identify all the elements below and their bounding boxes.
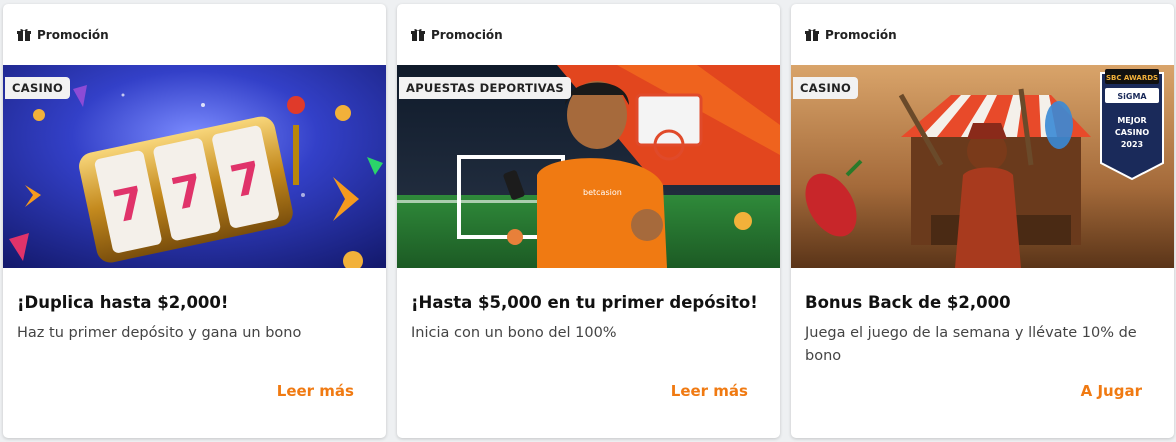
jersey-text: betcasion [583, 188, 622, 197]
promo-card-casino-duplica[interactable]: Promoción 7 7 7 CASINO ¡Duplica hasta $2… [3, 4, 386, 438]
promo-title: Bonus Back de $2,000 [805, 293, 1011, 312]
play-link[interactable]: A Jugar [1081, 382, 1142, 400]
award-line-1: SBC AWARDS [1106, 74, 1158, 82]
card-header: Promoción [397, 4, 780, 65]
award-line-2: SiGMA [1117, 92, 1147, 101]
promo-description: Inicia con un bono del 100% [411, 325, 617, 341]
promotion-label: Promoción [37, 27, 109, 42]
promo-card-bonus-back[interactable]: Promoción SBC AWARDS SiGMA MEJOR CASINO … [791, 4, 1174, 438]
promotion-label: Promoción [431, 27, 503, 42]
read-more-link[interactable]: Leer más [671, 382, 748, 400]
promo-banner-image: 7 7 7 CASINO [3, 65, 386, 268]
promotions-row: Promoción 7 7 7 CASINO ¡Duplica hasta $2… [0, 0, 1176, 442]
card-body: Bonus Back de $2,000 Juega el juego de l… [791, 268, 1174, 438]
card-header: Promoción [791, 4, 1174, 65]
award-line-5: 2023 [1121, 140, 1143, 149]
category-badge: APUESTAS DEPORTIVAS [399, 77, 572, 99]
promo-description: Haz tu primer depósito y gana un bono [17, 325, 302, 341]
promotion-label: Promoción [825, 27, 897, 42]
promo-banner-image: SBC AWARDS SiGMA MEJOR CASINO 2023 CASIN… [791, 65, 1174, 268]
card-body: ¡Duplica hasta $2,000! Haz tu primer dep… [3, 268, 386, 438]
promo-banner-image: betcasion APUESTAS DEPORTIVAS [397, 65, 780, 268]
gift-icon [17, 28, 31, 41]
card-body: ¡Hasta $5,000 en tu primer depósito! Ini… [397, 268, 780, 438]
promo-description: Juega el juego de la semana y llévate 10… [805, 325, 1137, 364]
award-line-3: MEJOR [1117, 116, 1146, 125]
read-more-link[interactable]: Leer más [277, 382, 354, 400]
promo-title: ¡Hasta $5,000 en tu primer depósito! [411, 293, 758, 312]
gift-icon [805, 28, 819, 41]
award-line-4: CASINO [1115, 128, 1149, 137]
card-header: Promoción [3, 4, 386, 65]
promo-title: ¡Duplica hasta $2,000! [17, 293, 229, 312]
category-badge: CASINO [793, 77, 859, 99]
category-badge: CASINO [5, 77, 71, 99]
gift-icon [411, 28, 425, 41]
promo-card-sports-deposit[interactable]: Promoción betcasion APUESTAS DEPORTIVAS … [397, 4, 780, 438]
